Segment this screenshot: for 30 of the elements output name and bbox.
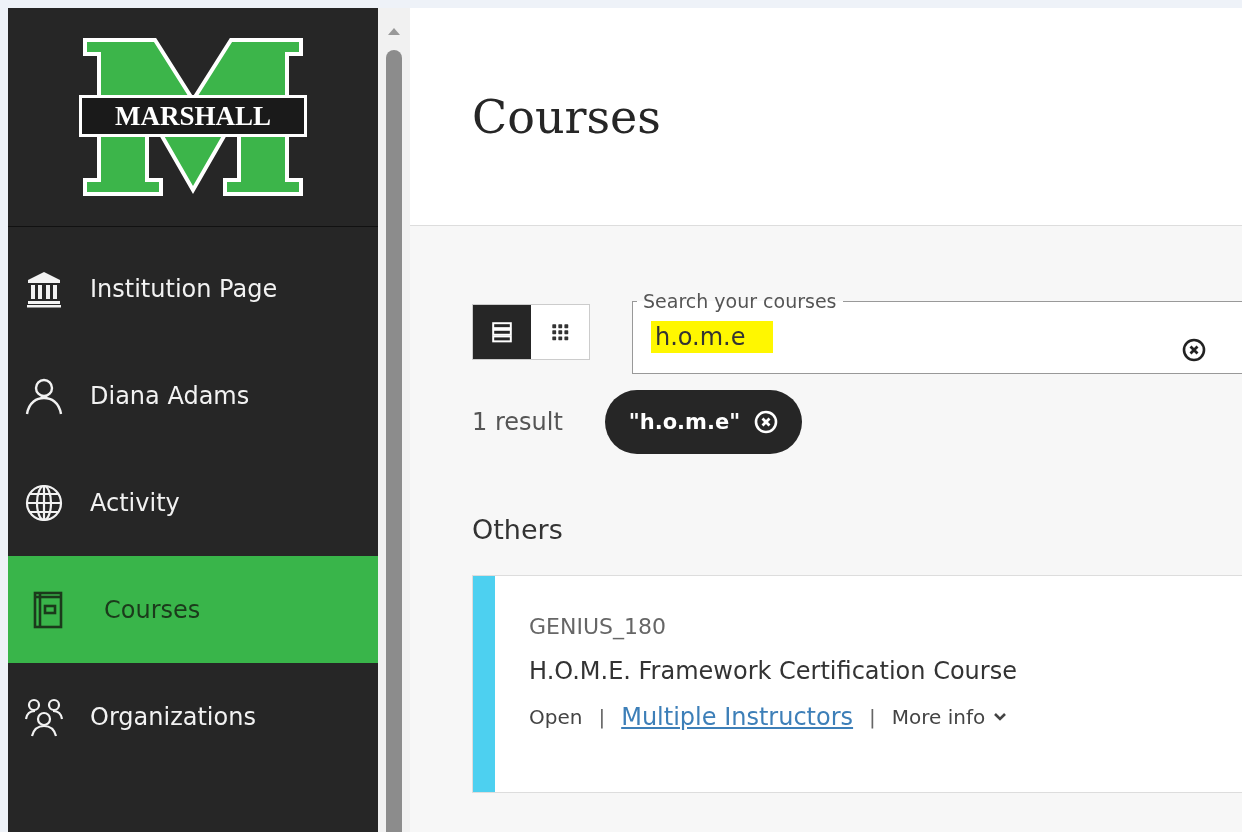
nav-item[interactable]: Diana Adams — [8, 342, 378, 449]
nav-item[interactable]: Courses — [8, 556, 378, 663]
scrollbar[interactable] — [378, 8, 410, 832]
search-input[interactable]: h.o.m.e — [651, 320, 773, 353]
course-title[interactable]: H.O.M.E. Framework Certification Course — [529, 657, 1017, 685]
course-status: Open — [529, 705, 583, 729]
grid-view-icon — [549, 321, 571, 343]
more-info-button[interactable]: More info — [891, 705, 1008, 729]
separator: | — [598, 705, 606, 729]
result-count: 1 result — [472, 408, 563, 436]
nav-item[interactable]: Activity — [8, 449, 378, 556]
course-code: GENIUS_180 — [529, 614, 667, 639]
logo-wordmark: MARSHALL — [79, 95, 307, 137]
list-view-icon — [491, 321, 513, 343]
globe-icon — [24, 482, 64, 523]
page-title: Courses — [472, 89, 661, 144]
field-label: Search your courses — [642, 290, 838, 312]
instructors-link[interactable]: Multiple Instructors — [621, 703, 854, 731]
separator: | — [869, 705, 876, 729]
section-heading: Others — [472, 514, 564, 545]
view-toggle-button[interactable] — [531, 305, 589, 359]
filter-chip[interactable]: "h.o.m.e" — [604, 390, 803, 454]
chevron-down-icon — [993, 712, 1008, 722]
course-card[interactable]: GENIUS_180 H.O.M.E. Framework Certification Course Open | Multiple Instructors | More info — [472, 575, 1242, 793]
clear-icon[interactable] — [1182, 338, 1206, 362]
nav-item[interactable]: Organizations — [8, 663, 378, 770]
view-toggle-button[interactable] — [473, 305, 531, 359]
search-field[interactable]: Search your courses h.o.m.e — [632, 290, 1242, 374]
group-icon — [24, 696, 64, 737]
nav-item[interactable]: Institution Page — [8, 235, 378, 342]
